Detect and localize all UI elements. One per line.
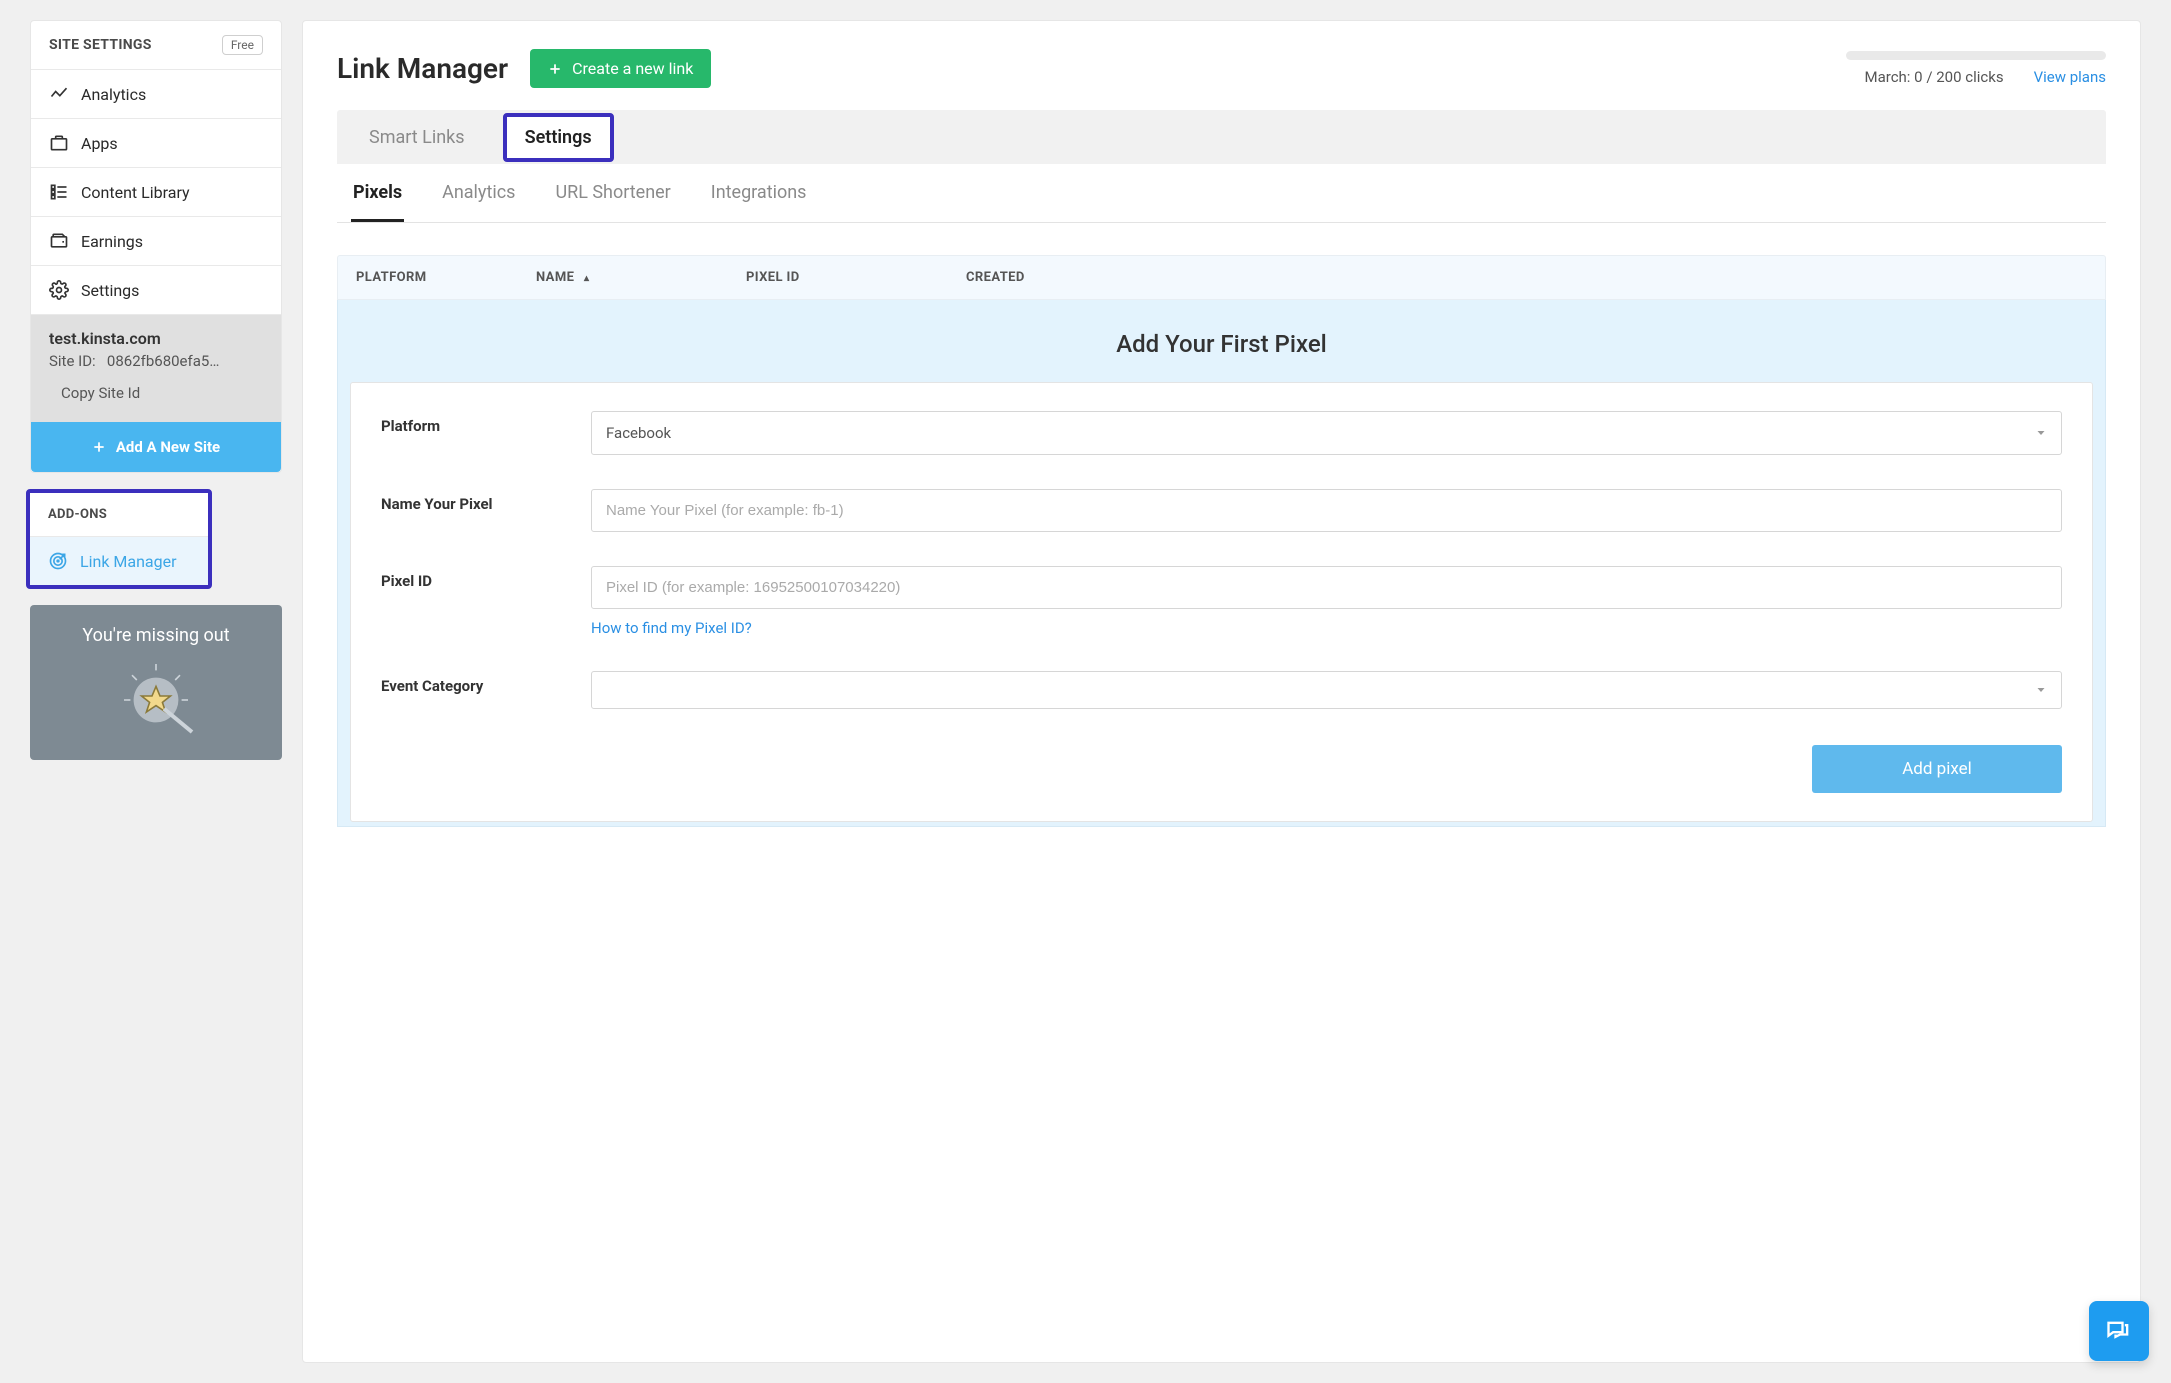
- gear-icon: [49, 280, 69, 300]
- chat-icon: [2105, 1317, 2133, 1345]
- chevron-down-icon: [2035, 684, 2047, 696]
- th-name[interactable]: NAME ▴: [536, 270, 746, 285]
- addon-link-manager[interactable]: Link Manager: [30, 537, 208, 585]
- add-new-site-button[interactable]: Add A New Site: [31, 422, 281, 472]
- nav-settings[interactable]: Settings: [31, 266, 281, 315]
- addons-card: ADD-ONS Link Manager: [26, 489, 212, 589]
- plus-icon: [548, 62, 562, 76]
- chevron-down-icon: [2035, 427, 2047, 439]
- sidebar-section-header: SITE SETTINGS Free: [31, 21, 281, 70]
- tab-settings[interactable]: Settings: [503, 113, 614, 162]
- usage-progress: [1846, 51, 2106, 60]
- first-pixel-panel: Add Your First Pixel Platform Facebook N…: [337, 300, 2106, 827]
- add-pixel-button[interactable]: Add pixel: [1812, 745, 2062, 793]
- pixels-table-header: PLATFORM NAME ▴ PIXEL ID CREATED: [337, 255, 2106, 300]
- plan-badge: Free: [222, 35, 263, 55]
- promo-card[interactable]: You're missing out: [30, 605, 282, 760]
- nav-apps-label: Apps: [81, 134, 118, 153]
- pixel-form: Platform Facebook Name Your Pixel: [350, 382, 2093, 822]
- subtab-pixels[interactable]: Pixels: [351, 182, 404, 222]
- top-tabs: Smart Links Settings: [337, 110, 2106, 164]
- page-title: Link Manager: [337, 52, 508, 85]
- promo-art: [50, 656, 262, 736]
- promo-title: You're missing out: [50, 625, 262, 646]
- main-header: Link Manager Create a new link March: 0 …: [337, 49, 2106, 88]
- target-icon: [48, 551, 68, 571]
- analytics-icon: [49, 84, 69, 104]
- pixel-name-label: Name Your Pixel: [381, 489, 571, 513]
- sub-tabs: Pixels Analytics URL Shortener Integrati…: [337, 164, 2106, 223]
- main-panel: Link Manager Create a new link March: 0 …: [302, 20, 2141, 1363]
- sidebar-settings-card: SITE SETTINGS Free Analytics Apps Conten…: [30, 20, 282, 473]
- th-created[interactable]: CREATED: [966, 270, 2087, 285]
- th-pixel-id[interactable]: PIXEL ID: [746, 270, 966, 285]
- site-id-value: 0862fb680efa5…: [107, 352, 219, 370]
- pixel-panel-heading: Add Your First Pixel: [350, 330, 2093, 358]
- pixel-id-help-link[interactable]: How to find my Pixel ID?: [591, 619, 752, 637]
- nav-earnings-label: Earnings: [81, 232, 143, 251]
- platform-select-value: Facebook: [606, 424, 671, 442]
- nav-earnings[interactable]: Earnings: [31, 217, 281, 266]
- subtab-url-shortener[interactable]: URL Shortener: [553, 182, 672, 222]
- content-library-icon: [49, 182, 69, 202]
- site-id-label: Site ID:: [49, 352, 96, 370]
- create-link-button[interactable]: Create a new link: [530, 49, 711, 88]
- platform-label: Platform: [381, 411, 571, 435]
- chat-widget[interactable]: [2089, 1301, 2149, 1361]
- addon-link-manager-label: Link Manager: [80, 552, 177, 571]
- site-domain: test.kinsta.com: [49, 329, 263, 348]
- plus-icon: [92, 440, 106, 454]
- site-id-row: Site ID: 0862fb680efa5…: [49, 352, 263, 370]
- subtab-integrations[interactable]: Integrations: [709, 182, 809, 222]
- nav-settings-label: Settings: [81, 281, 139, 300]
- nav-analytics-label: Analytics: [81, 85, 146, 104]
- nav-apps[interactable]: Apps: [31, 119, 281, 168]
- addons-header: ADD-ONS: [30, 493, 208, 537]
- th-platform[interactable]: PLATFORM: [356, 270, 536, 285]
- nav-content-library[interactable]: Content Library: [31, 168, 281, 217]
- header-usage: March: 0 / 200 clicks View plans: [1846, 51, 2106, 86]
- subtab-analytics[interactable]: Analytics: [440, 182, 517, 222]
- sidebar-section-title: SITE SETTINGS: [49, 37, 152, 53]
- pixel-id-input[interactable]: [591, 566, 2062, 609]
- earnings-icon: [49, 231, 69, 251]
- event-category-select[interactable]: [591, 671, 2062, 709]
- nav-content-library-label: Content Library: [81, 183, 190, 202]
- pixel-name-input[interactable]: [591, 489, 2062, 532]
- site-block: test.kinsta.com Site ID: 0862fb680efa5… …: [31, 315, 281, 422]
- sort-asc-icon: ▴: [584, 273, 589, 284]
- create-link-label: Create a new link: [572, 59, 693, 78]
- copy-site-id-button[interactable]: Copy Site Id: [49, 370, 263, 406]
- nav-analytics[interactable]: Analytics: [31, 70, 281, 119]
- platform-select[interactable]: Facebook: [591, 411, 2062, 455]
- pixel-id-label: Pixel ID: [381, 566, 571, 590]
- clicks-text: March: 0 / 200 clicks: [1865, 68, 2004, 86]
- apps-icon: [49, 133, 69, 153]
- tab-smart-links[interactable]: Smart Links: [351, 117, 483, 158]
- event-category-label: Event Category: [381, 671, 571, 695]
- add-new-site-label: Add A New Site: [116, 438, 220, 456]
- view-plans-link[interactable]: View plans: [2034, 68, 2106, 86]
